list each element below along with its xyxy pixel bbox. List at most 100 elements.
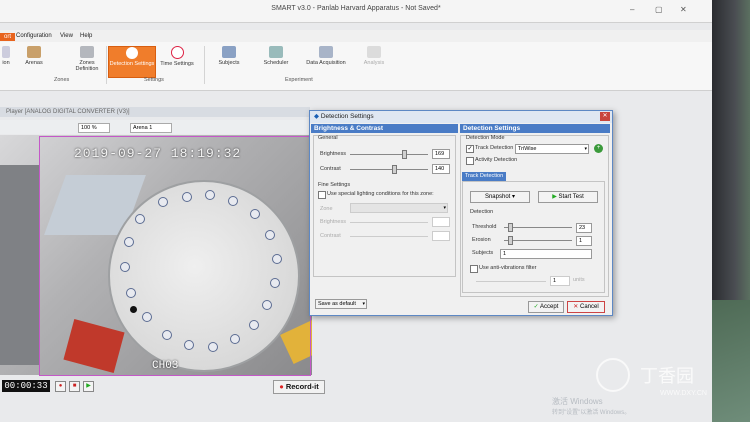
brightness-thumb[interactable] — [402, 150, 407, 159]
menu-configuration[interactable]: Configuration — [16, 33, 52, 39]
menu-bar: ort Configuration View Help — [0, 30, 712, 42]
menu-import[interactable]: ort — [0, 33, 16, 41]
track-detection-checkbox[interactable]: ✓ — [466, 145, 474, 153]
site-watermark-url: WWW.DXY.CN — [660, 390, 707, 397]
detection-settings-header: Detection Settings — [460, 124, 610, 133]
ribbon-item-zones[interactable]: Zones Definition — [70, 46, 104, 76]
player-title: Player [ANALOG DIGITAL CONVERTER (V3)] — [6, 109, 130, 115]
start-test-button[interactable]: ▶ Start Test — [538, 191, 598, 203]
cancel-button[interactable]: ✕ Cancel — [567, 301, 605, 313]
stop-icon[interactable]: ■ — [69, 381, 80, 392]
site-watermark-cn: 丁香园 — [640, 366, 694, 386]
brightness-slider[interactable] — [350, 154, 428, 155]
close-icon[interactable]: ✕ — [680, 5, 687, 14]
brightness-value[interactable]: 169 — [432, 149, 450, 159]
snapshot-button[interactable]: Snapshot ▾ — [470, 191, 530, 203]
zone-label: Zone — [320, 206, 333, 212]
anti-vibration-label: Use anti-vibrations filter — [479, 265, 537, 271]
dialog-close-icon[interactable]: ✕ — [600, 112, 610, 121]
zone-select[interactable]: ▾ — [350, 203, 448, 213]
fine-contrast-slider[interactable] — [350, 236, 428, 237]
activity-detection-checkbox[interactable] — [466, 157, 474, 165]
threshold-slider[interactable] — [504, 227, 572, 228]
dialog-title-bar: ◆ Detection Settings ✕ — [310, 111, 612, 123]
contrast-thumb[interactable] — [392, 165, 397, 174]
fine-contrast-label: Contrast — [320, 233, 341, 239]
track-mode-select[interactable]: TriWise ▾ — [515, 144, 589, 154]
anti-vibration-value[interactable]: 1 — [550, 276, 570, 286]
group-experiment: Experiment — [285, 77, 313, 83]
record-dot-icon[interactable]: ● — [55, 381, 66, 392]
ribbon-item-time-settings[interactable]: Time Settings — [157, 46, 197, 76]
threshold-label: Threshold — [472, 224, 497, 230]
play-icon[interactable]: ▶ — [83, 381, 94, 392]
track-detection-label: Track Detection — [475, 145, 514, 151]
ribbon-item-analysis[interactable]: Analysis — [356, 46, 392, 76]
erosion-slider[interactable] — [504, 240, 572, 241]
add-icon[interactable]: + — [594, 144, 603, 153]
threshold-thumb[interactable] — [508, 223, 513, 232]
subject-mouse — [130, 306, 137, 313]
special-lighting-checkbox[interactable] — [318, 191, 326, 199]
fine-contrast-value[interactable] — [432, 231, 450, 241]
fine-brightness-label: Brightness — [320, 219, 346, 225]
threshold-value[interactable]: 23 — [576, 223, 592, 233]
anti-vibration-slider[interactable] — [476, 281, 546, 282]
arenas-icon — [27, 46, 41, 58]
activate-windows-watermark: 激活 Windows — [552, 397, 603, 406]
ribbon-item-scheduler[interactable]: Scheduler — [256, 46, 296, 76]
menu-help[interactable]: Help — [80, 33, 92, 39]
contrast-value[interactable]: 140 — [432, 164, 450, 174]
player-title-bar: Player [ANALOG DIGITAL CONVERTER (V3)] — [0, 107, 310, 117]
ribbon: ion Arenas Zones Definition Detection Se… — [0, 42, 712, 91]
group-zones: Zones — [54, 77, 70, 83]
title-bar: SMART v3.0 - Panlab Harvard Apparatus - … — [0, 0, 712, 23]
menu-view[interactable]: View — [60, 33, 73, 39]
accept-button[interactable]: ✓ Accept — [528, 301, 564, 313]
ribbon-item-arenas[interactable]: Arenas — [16, 46, 52, 76]
save-default-button[interactable]: Save as default ▾ — [315, 299, 367, 309]
anti-vibration-checkbox[interactable] — [470, 265, 478, 273]
record-button[interactable]: ● Record-it — [273, 380, 325, 394]
zoom-select[interactable]: 100 % — [78, 123, 110, 133]
activity-detection-label: Activity Detection — [475, 157, 518, 163]
ribbon-item-subjects[interactable]: Subjects — [208, 46, 250, 76]
desk-background — [712, 300, 750, 422]
anti-vibration-unit: units — [573, 277, 585, 283]
minimize-icon[interactable]: – — [630, 5, 634, 14]
ribbon-item-detection-settings[interactable]: Detection Settings — [108, 46, 156, 78]
dialog-title: Detection Settings — [320, 113, 374, 120]
brightness-label: Brightness — [320, 151, 346, 157]
site-logo — [596, 358, 630, 392]
analysis-icon — [367, 46, 381, 58]
eye-icon — [126, 47, 138, 59]
player-toolbar: 100 % Arena 1 — [0, 120, 310, 134]
subjects-value[interactable]: 1 — [500, 249, 592, 259]
zones-icon — [80, 46, 94, 58]
ribbon-item-partial[interactable]: ion — [0, 46, 12, 76]
activate-windows-sub: 转到"设置"以激活 Windows。 — [552, 410, 631, 416]
maximize-icon[interactable]: ▢ — [655, 5, 663, 14]
scheduler-icon — [269, 46, 283, 58]
acquisition-icon — [319, 46, 333, 58]
contrast-slider[interactable] — [350, 169, 428, 170]
video-timestamp: 2019-09-27 18:19:32 — [74, 146, 242, 161]
erosion-value[interactable]: 1 — [576, 236, 592, 246]
brightness-contrast-header: Brightness & Contrast — [311, 124, 458, 133]
detection-label: Detection — [470, 209, 494, 215]
elapsed-timer: 00:00:33 — [2, 380, 50, 392]
general-label: General — [318, 135, 338, 141]
tab-track-detection[interactable]: Track Detection — [462, 172, 506, 181]
erosion-label: Erosion — [472, 237, 491, 243]
settings-icon: ◆ — [314, 113, 319, 120]
subjects-label: Subjects — [472, 250, 494, 256]
fine-brightness-value[interactable] — [432, 217, 450, 227]
subjects-icon — [222, 46, 236, 58]
arena-select[interactable]: Arena 1 — [130, 123, 172, 133]
fine-brightness-slider[interactable] — [350, 222, 428, 223]
ribbon-item-data-acquisition[interactable]: Data Acquisition — [302, 46, 350, 76]
special-lighting-label: Use special lighting conditions for this… — [327, 191, 434, 197]
arena-disc — [108, 180, 300, 372]
erosion-thumb[interactable] — [508, 236, 513, 245]
group-settings: Settings — [144, 77, 164, 83]
